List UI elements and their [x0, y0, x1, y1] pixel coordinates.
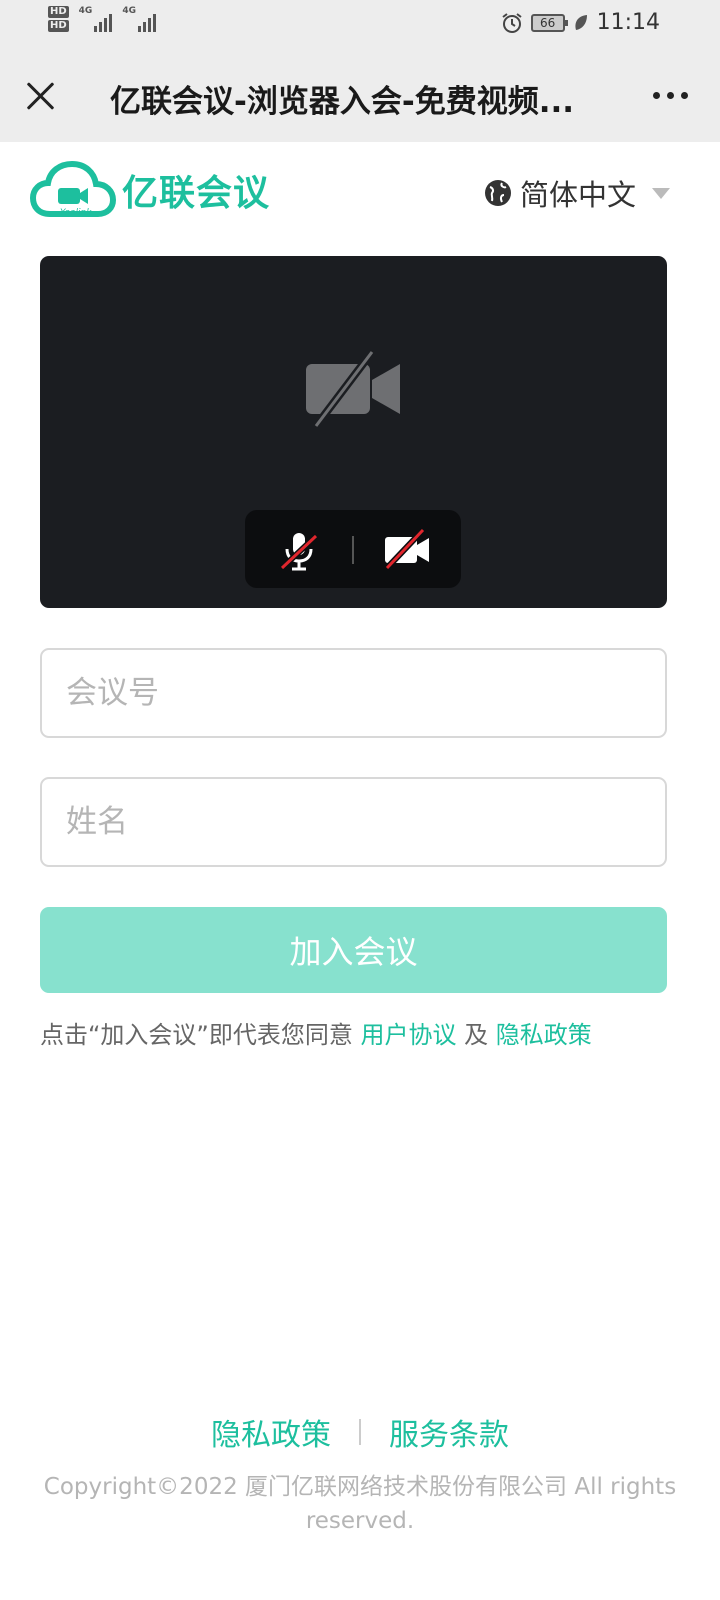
battery-level: 66 — [539, 15, 556, 30]
footer-links: 隐私政策 服务条款 — [0, 1410, 720, 1454]
chevron-down-icon — [652, 187, 670, 199]
cloud-logo-icon: Yealink — [30, 160, 116, 218]
meeting-id-input[interactable] — [40, 648, 667, 738]
agreement-prefix: 点击“加入会议”即代表您同意 — [40, 1021, 353, 1049]
join-meeting-button[interactable]: 加入会议 — [40, 907, 667, 993]
globe-icon — [484, 180, 511, 206]
signal-icon-1: 4G — [79, 6, 113, 32]
page-title: 亿联会议-浏览器入会-免费视频... — [110, 84, 575, 120]
battery-icon: 66 — [530, 13, 568, 32]
agreement-text: 点击“加入会议”即代表您同意 用户协议 及 隐私政策 — [40, 1015, 592, 1050]
more-icon[interactable] — [653, 92, 688, 99]
privacy-policy-link[interactable]: 隐私政策 — [496, 1021, 592, 1049]
footer-privacy-link[interactable]: 隐私政策 — [211, 1410, 331, 1454]
clock: 11:14 — [596, 10, 660, 35]
copyright: Copyright©2022 厦门亿联网络技术股份有限公司 All rights… — [43, 1474, 677, 1534]
hd-indicators: HD HD — [48, 6, 69, 32]
network-label-2: 4G — [122, 6, 136, 16]
divider — [352, 536, 354, 564]
alarm-icon — [501, 12, 522, 33]
hd-label-1: HD — [48, 6, 69, 18]
camera-off-toggle-icon[interactable] — [383, 528, 431, 570]
network-label-1: 4G — [78, 6, 93, 16]
brand-logo: Yealink 亿联会议 — [30, 160, 270, 220]
language-selector[interactable]: 简体中文 — [484, 172, 670, 214]
language-label: 简体中文 — [519, 178, 636, 212]
footer-divider — [359, 1419, 361, 1445]
status-left: HD HD 4G 4G — [48, 6, 156, 32]
user-agreement-link[interactable]: 用户协议 — [361, 1021, 457, 1049]
media-controls — [245, 510, 461, 588]
video-preview — [40, 256, 667, 608]
browser-title-bar: 亿联会议-浏览器入会-免费视频... — [0, 48, 720, 142]
logo-sub: Yealink — [60, 208, 92, 218]
logo-text: 亿联会议 — [122, 173, 271, 214]
hd-label-2: HD — [48, 20, 69, 32]
camera-off-icon — [306, 349, 400, 429]
agreement-conj: 及 — [464, 1021, 489, 1049]
mic-off-icon[interactable] — [278, 530, 320, 572]
signal-icon-2: 4G — [122, 6, 156, 32]
status-bar: HD HD 4G 4G 66 11:14 — [0, 0, 720, 48]
status-right: 66 11:14 — [501, 10, 660, 35]
name-input[interactable] — [40, 777, 667, 867]
footer-terms-link[interactable]: 服务条款 — [389, 1410, 509, 1454]
close-icon[interactable] — [24, 80, 56, 112]
leaf-icon — [575, 14, 587, 30]
